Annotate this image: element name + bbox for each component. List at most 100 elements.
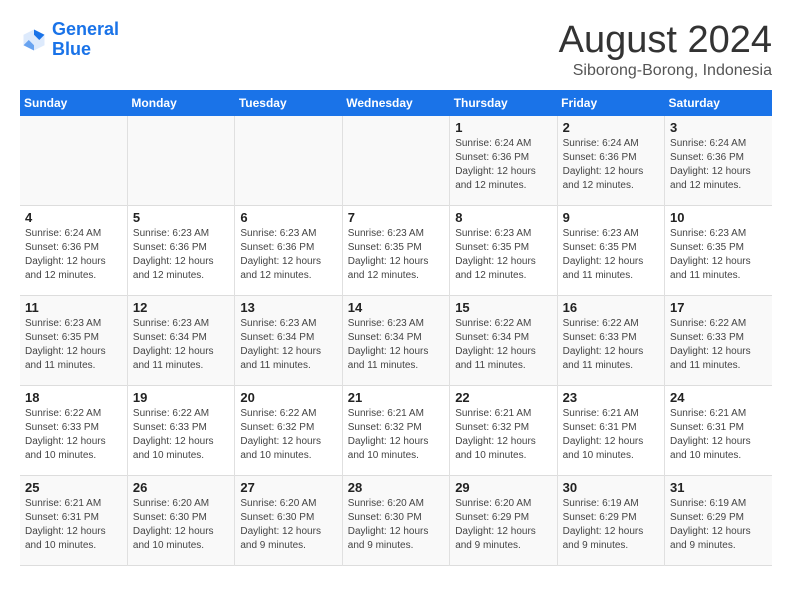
calendar-empty-cell (235, 116, 342, 206)
day-info: Sunrise: 6:19 AM Sunset: 6:29 PM Dayligh… (670, 497, 767, 553)
day-info: Sunrise: 6:24 AM Sunset: 6:36 PM Dayligh… (563, 137, 659, 193)
day-number: 16 (563, 300, 659, 315)
calendar-table: SundayMondayTuesdayWednesdayThursdayFrid… (20, 90, 772, 567)
month-title: August 2024 (559, 20, 772, 62)
calendar-day-14: 14 Sunrise: 6:23 AM Sunset: 6:34 PM Dayli… (342, 296, 449, 386)
weekday-header-monday: Monday (127, 90, 234, 116)
day-info: Sunrise: 6:23 AM Sunset: 6:34 PM Dayligh… (348, 317, 444, 373)
calendar-day-21: 21 Sunrise: 6:21 AM Sunset: 6:32 PM Dayli… (342, 386, 449, 476)
weekday-header-friday: Friday (557, 90, 664, 116)
calendar-header: SundayMondayTuesdayWednesdayThursdayFrid… (20, 90, 772, 116)
calendar-day-11: 11 Sunrise: 6:23 AM Sunset: 6:35 PM Dayli… (20, 296, 127, 386)
logo: General Blue (20, 20, 119, 60)
day-info: Sunrise: 6:21 AM Sunset: 6:32 PM Dayligh… (455, 407, 551, 463)
day-info: Sunrise: 6:20 AM Sunset: 6:30 PM Dayligh… (240, 497, 336, 553)
calendar-day-19: 19 Sunrise: 6:22 AM Sunset: 6:33 PM Dayli… (127, 386, 234, 476)
day-number: 13 (240, 300, 336, 315)
day-info: Sunrise: 6:23 AM Sunset: 6:36 PM Dayligh… (133, 227, 229, 283)
calendar-day-13: 13 Sunrise: 6:23 AM Sunset: 6:34 PM Dayli… (235, 296, 342, 386)
calendar-day-7: 7Sunrise: 6:23 AM Sunset: 6:35 PM Daylig… (342, 206, 449, 296)
calendar-day-25: 25 Sunrise: 6:21 AM Sunset: 6:31 PM Dayli… (20, 476, 127, 566)
day-info: Sunrise: 6:19 AM Sunset: 6:29 PM Dayligh… (563, 497, 659, 553)
weekday-header-saturday: Saturday (665, 90, 772, 116)
calendar-day-26: 26Sunrise: 6:20 AM Sunset: 6:30 PM Dayli… (127, 476, 234, 566)
day-number: 5 (133, 210, 229, 225)
day-number: 27 (240, 480, 336, 495)
calendar-day-3: 3Sunrise: 6:24 AM Sunset: 6:36 PM Daylig… (665, 116, 772, 206)
day-info: Sunrise: 6:21 AM Sunset: 6:31 PM Dayligh… (670, 407, 767, 463)
day-info: Sunrise: 6:23 AM Sunset: 6:35 PM Dayligh… (670, 227, 767, 283)
day-info: Sunrise: 6:23 AM Sunset: 6:36 PM Dayligh… (240, 227, 336, 283)
day-info: Sunrise: 6:23 AM Sunset: 6:35 PM Dayligh… (25, 317, 122, 373)
day-info: Sunrise: 6:22 AM Sunset: 6:33 PM Dayligh… (563, 317, 659, 373)
calendar-empty-cell (20, 116, 127, 206)
day-info: Sunrise: 6:23 AM Sunset: 6:35 PM Dayligh… (563, 227, 659, 283)
day-info: Sunrise: 6:22 AM Sunset: 6:32 PM Dayligh… (240, 407, 336, 463)
day-number: 2 (563, 120, 659, 135)
calendar-day-12: 12 Sunrise: 6:23 AM Sunset: 6:34 PM Dayli… (127, 296, 234, 386)
logo-line1: General (52, 19, 119, 39)
calendar-day-8: 8Sunrise: 6:23 AM Sunset: 6:35 PM Daylig… (450, 206, 557, 296)
weekday-header-thursday: Thursday (450, 90, 557, 116)
calendar-day-31: 31 Sunrise: 6:19 AM Sunset: 6:29 PM Dayli… (665, 476, 772, 566)
calendar-day-23: 23Sunrise: 6:21 AM Sunset: 6:31 PM Dayli… (557, 386, 664, 476)
day-number: 30 (563, 480, 659, 495)
day-number: 28 (348, 480, 444, 495)
day-number: 14 (348, 300, 444, 315)
calendar-day-27: 27 Sunrise: 6:20 AM Sunset: 6:30 PM Dayli… (235, 476, 342, 566)
day-number: 23 (563, 390, 659, 405)
weekday-header-tuesday: Tuesday (235, 90, 342, 116)
day-number: 22 (455, 390, 551, 405)
day-number: 11 (25, 300, 122, 315)
title-block: August 2024 Siborong-Borong, Indonesia (559, 20, 772, 80)
day-info: Sunrise: 6:20 AM Sunset: 6:29 PM Dayligh… (455, 497, 551, 553)
day-info: Sunrise: 6:22 AM Sunset: 6:33 PM Dayligh… (670, 317, 767, 373)
day-info: Sunrise: 6:20 AM Sunset: 6:30 PM Dayligh… (348, 497, 444, 553)
day-info: Sunrise: 6:21 AM Sunset: 6:32 PM Dayligh… (348, 407, 444, 463)
day-info: Sunrise: 6:23 AM Sunset: 6:35 PM Dayligh… (348, 227, 444, 283)
day-info: Sunrise: 6:23 AM Sunset: 6:35 PM Dayligh… (455, 227, 551, 283)
day-number: 4 (25, 210, 122, 225)
day-info: Sunrise: 6:22 AM Sunset: 6:33 PM Dayligh… (133, 407, 229, 463)
calendar-empty-cell (127, 116, 234, 206)
day-info: Sunrise: 6:20 AM Sunset: 6:30 PM Dayligh… (133, 497, 229, 553)
calendar-day-17: 17Sunrise: 6:22 AM Sunset: 6:33 PM Dayli… (665, 296, 772, 386)
weekday-header-row: SundayMondayTuesdayWednesdayThursdayFrid… (20, 90, 772, 116)
calendar-day-6: 6 Sunrise: 6:23 AM Sunset: 6:36 PM Daylig… (235, 206, 342, 296)
day-info: Sunrise: 6:22 AM Sunset: 6:34 PM Dayligh… (455, 317, 551, 373)
day-number: 19 (133, 390, 229, 405)
calendar-day-2: 2 Sunrise: 6:24 AM Sunset: 6:36 PM Daylig… (557, 116, 664, 206)
calendar-day-18: 18 Sunrise: 6:22 AM Sunset: 6:33 PM Dayli… (20, 386, 127, 476)
day-number: 31 (670, 480, 767, 495)
location-subtitle: Siborong-Borong, Indonesia (559, 62, 772, 80)
calendar-week-row: 25 Sunrise: 6:21 AM Sunset: 6:31 PM Dayli… (20, 476, 772, 566)
day-info: Sunrise: 6:24 AM Sunset: 6:36 PM Dayligh… (455, 137, 551, 193)
day-number: 12 (133, 300, 229, 315)
day-number: 20 (240, 390, 336, 405)
page-header: General Blue August 2024 Siborong-Borong… (20, 20, 772, 80)
day-number: 18 (25, 390, 122, 405)
day-info: Sunrise: 6:22 AM Sunset: 6:33 PM Dayligh… (25, 407, 122, 463)
day-number: 21 (348, 390, 444, 405)
weekday-header-wednesday: Wednesday (342, 90, 449, 116)
calendar-day-29: 29Sunrise: 6:20 AM Sunset: 6:29 PM Dayli… (450, 476, 557, 566)
calendar-day-22: 22 Sunrise: 6:21 AM Sunset: 6:32 PM Dayli… (450, 386, 557, 476)
calendar-week-row: 4Sunrise: 6:24 AM Sunset: 6:36 PM Daylig… (20, 206, 772, 296)
day-number: 24 (670, 390, 767, 405)
calendar-day-10: 10 Sunrise: 6:23 AM Sunset: 6:35 PM Dayli… (665, 206, 772, 296)
calendar-week-row: 1Sunrise: 6:24 AM Sunset: 6:36 PM Daylig… (20, 116, 772, 206)
day-number: 10 (670, 210, 767, 225)
calendar-week-row: 18 Sunrise: 6:22 AM Sunset: 6:33 PM Dayli… (20, 386, 772, 476)
day-number: 15 (455, 300, 551, 315)
day-number: 6 (240, 210, 336, 225)
calendar-day-5: 5 Sunrise: 6:23 AM Sunset: 6:36 PM Daylig… (127, 206, 234, 296)
calendar-week-row: 11 Sunrise: 6:23 AM Sunset: 6:35 PM Dayli… (20, 296, 772, 386)
day-number: 9 (563, 210, 659, 225)
day-info: Sunrise: 6:21 AM Sunset: 6:31 PM Dayligh… (25, 497, 122, 553)
calendar-empty-cell (342, 116, 449, 206)
logo-line2: Blue (52, 39, 91, 59)
calendar-day-20: 20 Sunrise: 6:22 AM Sunset: 6:32 PM Dayli… (235, 386, 342, 476)
day-info: Sunrise: 6:23 AM Sunset: 6:34 PM Dayligh… (240, 317, 336, 373)
day-info: Sunrise: 6:23 AM Sunset: 6:34 PM Dayligh… (133, 317, 229, 373)
day-number: 25 (25, 480, 122, 495)
